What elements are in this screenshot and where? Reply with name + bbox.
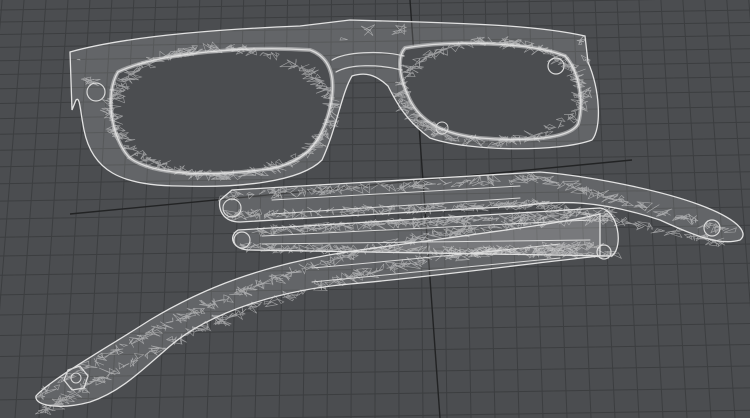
3d-viewport[interactable] [0, 0, 750, 418]
